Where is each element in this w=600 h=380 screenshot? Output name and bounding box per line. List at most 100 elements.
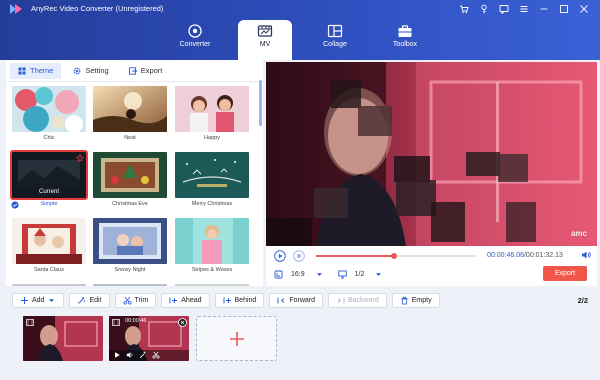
- theme-name: Chic: [43, 135, 55, 141]
- tab-toolbox[interactable]: Toolbox: [378, 20, 432, 60]
- plus-bar-icon: [169, 297, 178, 303]
- forward-label: Forward: [289, 296, 315, 304]
- trim-button[interactable]: Trim: [114, 292, 157, 308]
- window-controls: [454, 2, 594, 16]
- film-icon: [26, 319, 34, 326]
- theme-item-snowy-night[interactable]: Snowy Night: [93, 218, 167, 273]
- close-icon[interactable]: [178, 318, 187, 327]
- bar-plus-icon: [223, 297, 231, 303]
- tab-mv[interactable]: MV: [238, 20, 292, 60]
- stop-icon[interactable]: [293, 250, 305, 262]
- add-button[interactable]: Add: [12, 292, 65, 308]
- aspect-ratio-value[interactable]: 16:9: [291, 271, 305, 278]
- theme-item-partial[interactable]: [93, 284, 167, 286]
- menu-icon[interactable]: [514, 2, 534, 16]
- app-logo-icon: [10, 4, 22, 14]
- behind-label: Behind: [234, 296, 257, 304]
- theme-name: Simple: [40, 201, 58, 207]
- maximize-icon[interactable]: [554, 2, 574, 16]
- behind-button[interactable]: Behind: [214, 292, 265, 308]
- theme-thumbnail: [93, 152, 167, 198]
- theme-item-christmas-eve[interactable]: Christmas Eve: [93, 152, 167, 207]
- progress-handle[interactable]: [391, 253, 398, 259]
- backward-icon: [337, 297, 345, 303]
- theme-item-simple[interactable]: Current Simple: [10, 150, 88, 209]
- scissors-icon[interactable]: [152, 351, 160, 359]
- subtab-export[interactable]: Export: [121, 63, 171, 79]
- page-select-value[interactable]: 1/2: [355, 271, 365, 278]
- theme-item-partial[interactable]: [175, 284, 249, 286]
- scissors-icon: [123, 296, 132, 304]
- edit-button[interactable]: Edit: [69, 292, 110, 308]
- export-button[interactable]: Export: [543, 266, 587, 281]
- plus-icon: [229, 331, 244, 346]
- subtab-setting[interactable]: Setting: [65, 63, 116, 79]
- progress-bar[interactable]: [316, 253, 476, 259]
- trash-icon: [401, 296, 408, 304]
- sub-tabs: Theme Setting Export: [6, 60, 263, 82]
- cart-icon[interactable]: [454, 2, 474, 16]
- clip-pager: 2/2: [577, 296, 588, 305]
- play-icon[interactable]: [274, 250, 286, 262]
- magic-wand-icon: [78, 296, 86, 304]
- subtab-theme-label: Theme: [30, 66, 54, 75]
- forward-icon: [277, 297, 285, 303]
- pager-current: 2: [577, 296, 582, 305]
- chevron-down-icon: [49, 298, 55, 302]
- ahead-button[interactable]: Ahead: [161, 292, 210, 308]
- theme-item-chic[interactable]: Chic: [12, 86, 86, 141]
- timeline-clip[interactable]: [23, 316, 103, 361]
- subtab-export-label: Export: [140, 66, 163, 75]
- checkmark-icon: [11, 201, 19, 209]
- chevron-down-icon[interactable]: [315, 270, 324, 279]
- player-controls: 00:00:46.06/00:01:32.13 16:9 1/2 Export: [266, 246, 597, 286]
- theme-item-partial[interactable]: [12, 284, 86, 286]
- play-icon[interactable]: [113, 351, 121, 359]
- theme-thumbnail: [175, 86, 249, 132]
- theme-name: Santa Claus: [34, 267, 64, 273]
- video-watermark: amc: [570, 229, 587, 238]
- tab-converter[interactable]: Converter: [168, 20, 222, 60]
- theme-grid-icon: [18, 67, 26, 74]
- theme-item-santa-claus[interactable]: Santa Claus: [12, 218, 86, 273]
- theme-item-merry-christmas[interactable]: Merry Christmas: [175, 152, 249, 207]
- theme-thumbnail: [93, 86, 167, 132]
- tab-mv-label: MV: [259, 41, 271, 48]
- theme-scrollbar[interactable]: [259, 80, 262, 126]
- empty-button[interactable]: Empty: [391, 292, 440, 308]
- close-icon[interactable]: [574, 2, 594, 16]
- title-bar: AnyRec Video Converter (Unregistered): [0, 0, 600, 18]
- video-preview[interactable]: amc: [266, 62, 597, 246]
- minimize-icon[interactable]: [534, 2, 554, 16]
- tab-collage[interactable]: Collage: [308, 20, 362, 60]
- clip-actions: [113, 351, 160, 359]
- ahead-label: Ahead: [181, 296, 202, 304]
- tab-converter-label: Converter: [179, 41, 211, 48]
- key-icon[interactable]: [474, 2, 494, 16]
- theme-item-neat[interactable]: Neat: [93, 86, 167, 141]
- theme-item-happy[interactable]: Happy: [175, 86, 249, 141]
- feedback-icon[interactable]: [494, 2, 514, 16]
- clip-thumbnail: [23, 316, 103, 361]
- theme-name: Happy: [204, 135, 220, 141]
- pager-total: 2: [583, 296, 588, 305]
- volume-icon[interactable]: [126, 351, 134, 359]
- volume-icon[interactable]: [581, 250, 591, 260]
- theme-thumbnail: [12, 86, 86, 132]
- backward-button[interactable]: Backward: [328, 292, 387, 308]
- theme-thumbnail: [93, 218, 167, 264]
- theme-name: Merry Christmas: [191, 201, 233, 207]
- main-nav: Converter MV Collage Toolbox: [0, 18, 600, 60]
- subtab-theme[interactable]: Theme: [10, 62, 62, 79]
- star-icon[interactable]: [76, 154, 84, 162]
- aspect-ratio-icon: [274, 270, 283, 278]
- backward-label: Backward: [348, 296, 379, 304]
- forward-button[interactable]: Forward: [269, 292, 323, 308]
- add-clip-button[interactable]: [196, 316, 277, 361]
- timeline-clip-selected[interactable]: 00:00:46: [109, 316, 189, 361]
- chevron-down-icon[interactable]: [374, 270, 383, 279]
- theme-name: Stripes & Waves: [191, 267, 233, 273]
- magic-wand-icon[interactable]: [139, 351, 147, 359]
- theme-item-stripes-waves[interactable]: Stripes & Waves: [175, 218, 249, 273]
- output-options: 16:9 1/2: [274, 268, 383, 280]
